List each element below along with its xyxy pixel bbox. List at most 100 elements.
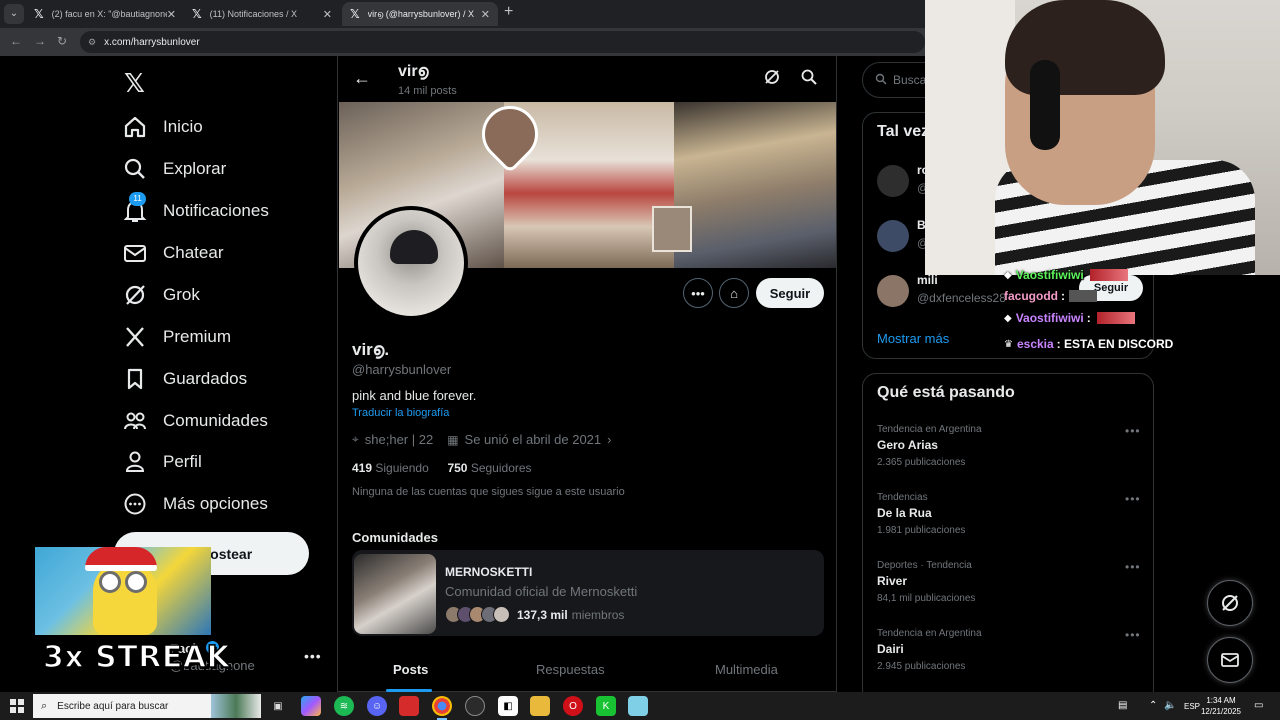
- chevron-up-icon[interactable]: ⌃: [1149, 700, 1157, 711]
- taskbar-search-input[interactable]: ⌕ Escribe aquí para buscar: [33, 694, 261, 718]
- browser-tab[interactable]: 𝕏 (11) Notificaciones / X ✕: [184, 2, 340, 26]
- followers-link[interactable]: 750 Seguidores: [447, 461, 531, 475]
- trend-item[interactable]: Tendencias De la Rua 1.981 publicaciones…: [877, 492, 1147, 544]
- more-dots-icon[interactable]: •••: [1125, 424, 1141, 438]
- more-dots-icon[interactable]: •••: [1125, 628, 1141, 642]
- more-dots-icon[interactable]: •••: [304, 648, 322, 664]
- forward-arrow-icon[interactable]: →: [34, 34, 46, 48]
- nav-item-premium[interactable]: Premium: [122, 320, 231, 354]
- show-more-link[interactable]: Mostrar más: [877, 331, 949, 346]
- nav-item-mas-opciones[interactable]: Más opciones: [122, 487, 268, 521]
- close-tab-icon[interactable]: ✕: [167, 8, 176, 21]
- chat-message: ◆ Vaostifiwiwi :: [1004, 311, 1135, 325]
- suggestion-handle: @dxfenceless28: [917, 291, 1006, 305]
- capcut-icon[interactable]: ◧: [498, 696, 518, 716]
- nav-label: Comunidades: [163, 411, 268, 430]
- obs-icon[interactable]: [465, 696, 485, 716]
- kick-icon[interactable]: K: [596, 696, 616, 716]
- x-favicon-icon: 𝕏: [192, 7, 202, 21]
- task-view-icon[interactable]: ▣: [268, 696, 288, 716]
- more-options-button[interactable]: •••: [683, 278, 713, 308]
- nav-label: Premium: [163, 327, 232, 346]
- reload-icon[interactable]: ↻: [57, 34, 67, 48]
- more-dots-icon[interactable]: •••: [1125, 560, 1141, 574]
- nav-label: Explorar: [163, 159, 227, 178]
- tab-posts[interactable]: Posts: [393, 662, 428, 677]
- tab-respuestas[interactable]: Respuestas: [536, 662, 605, 677]
- trend-item[interactable]: Deportes · Tendencia River 84,1 mil publ…: [877, 560, 1147, 612]
- chat-message: ◆ Vaostifiwiwi: [1004, 268, 1128, 282]
- community-card[interactable]: MERNOSKETTI Comunidad oficial de Mernosk…: [352, 550, 824, 636]
- notepad-icon[interactable]: [628, 696, 648, 716]
- nav-item-notificaciones[interactable]: 11 Notificaciones: [122, 192, 269, 228]
- follow-button[interactable]: Seguir: [756, 278, 824, 308]
- grok-icon[interactable]: [763, 68, 781, 91]
- site-info-icon[interactable]: ⚙: [88, 37, 96, 48]
- trend-posts: 1.981 publicaciones: [877, 525, 966, 536]
- translate-bio-link[interactable]: Traducir la biografía: [352, 407, 449, 419]
- member-avatar: [493, 606, 510, 623]
- back-arrow-icon[interactable]: ←: [10, 34, 22, 48]
- following-count: 419: [352, 461, 373, 475]
- calendar-icon: ▦: [447, 432, 459, 447]
- nav-item-guardados[interactable]: Guardados: [122, 362, 247, 396]
- profile-meta: ⌖ she;her | 22 ▦ Se unió el abril de 202…: [352, 432, 611, 447]
- new-tab-icon[interactable]: +: [504, 3, 513, 21]
- x-logo-icon[interactable]: 𝕏: [124, 68, 145, 99]
- spotify-icon[interactable]: ≋: [334, 696, 354, 716]
- more-dots-icon[interactable]: •••: [1125, 492, 1141, 506]
- close-tab-icon[interactable]: ✕: [323, 8, 332, 21]
- windows-start-icon[interactable]: [10, 699, 24, 713]
- nav-item-comunidades[interactable]: Comunidades: [122, 404, 268, 438]
- close-tab-icon[interactable]: ✕: [481, 8, 490, 21]
- avatar-cap: [390, 230, 438, 264]
- browser-tab-active[interactable]: 𝕏 vir൭ (@harrysbunlover) / X ✕: [342, 2, 498, 26]
- trend-name: Gero Arias: [877, 438, 938, 452]
- nav-item-perfil[interactable]: Perfil: [122, 445, 202, 479]
- stream-chat-overlay: ◆ Vaostifiwiwi facugodd : ◆ Vaostifiwiwi…: [1004, 268, 1280, 353]
- nav-item-grok[interactable]: Grok: [122, 278, 200, 312]
- tab-search-button[interactable]: ⌄: [4, 4, 24, 24]
- search-icon[interactable]: [800, 68, 818, 91]
- webcam-hair: [1005, 0, 1165, 95]
- messages-fab-button[interactable]: [1207, 637, 1253, 683]
- x-logo-icon: [122, 324, 148, 350]
- profile-avatar[interactable]: [354, 206, 468, 320]
- chat-text: :: [1086, 311, 1091, 325]
- trend-category: Tendencias: [877, 492, 928, 503]
- nav-item-explorar[interactable]: Explorar: [122, 152, 226, 186]
- windows-taskbar: ⌕ Escribe aquí para buscar ▣ ≋ ☺ ◧ O K ▤…: [0, 692, 1280, 720]
- grok-fab-button[interactable]: [1207, 580, 1253, 626]
- following-link[interactable]: 419 Siguiendo: [352, 461, 429, 475]
- volume-icon[interactable]: 🔈: [1164, 700, 1176, 711]
- tab-multimedia[interactable]: Multimedia: [715, 662, 778, 677]
- nav-item-chatear[interactable]: Chatear: [122, 236, 223, 270]
- banner-photo: [674, 102, 836, 268]
- chrome-icon[interactable]: [432, 696, 452, 720]
- back-arrow-icon[interactable]: ←: [353, 68, 371, 89]
- browser-tab[interactable]: 𝕏 (2) facu en X: "@bautiagnone A ✕: [26, 2, 184, 26]
- more-circle-icon: [122, 491, 148, 517]
- trend-item[interactable]: Tendencia en Argentina Gero Arias 2.365 …: [877, 424, 1147, 476]
- trend-name: Dairi: [877, 642, 904, 656]
- discord-icon[interactable]: ☺: [367, 696, 387, 716]
- following-label: Siguiendo: [375, 461, 429, 475]
- opera-icon[interactable]: O: [563, 696, 583, 716]
- search-highlight-image: [211, 694, 261, 718]
- streaming-app-icon[interactable]: [399, 696, 419, 716]
- address-bar[interactable]: ⚙ x.com/harrysbunlover: [80, 31, 925, 53]
- profile-joined-date: Se unió el abril de 2021: [464, 432, 602, 447]
- keyboard-icon[interactable]: ▤: [1118, 700, 1127, 711]
- subscribe-button[interactable]: ⌂: [719, 278, 749, 308]
- file-explorer-icon[interactable]: [530, 696, 550, 716]
- trend-name: River: [877, 574, 908, 588]
- bell-icon: 11: [122, 192, 148, 224]
- nav-item-inicio[interactable]: Inicio: [122, 110, 203, 144]
- taskbar-clock[interactable]: 1:34 AM 12/21/2025: [1196, 695, 1246, 717]
- chevron-right-icon[interactable]: ›: [607, 432, 611, 447]
- followers-count: 750: [447, 461, 468, 475]
- copilot-icon[interactable]: [301, 696, 321, 716]
- trend-item[interactable]: Tendencia en Argentina Dairi 2.945 publi…: [877, 628, 1147, 680]
- community-members: 137,3 mil miembros: [445, 606, 624, 623]
- notifications-icon[interactable]: ▭: [1254, 700, 1263, 711]
